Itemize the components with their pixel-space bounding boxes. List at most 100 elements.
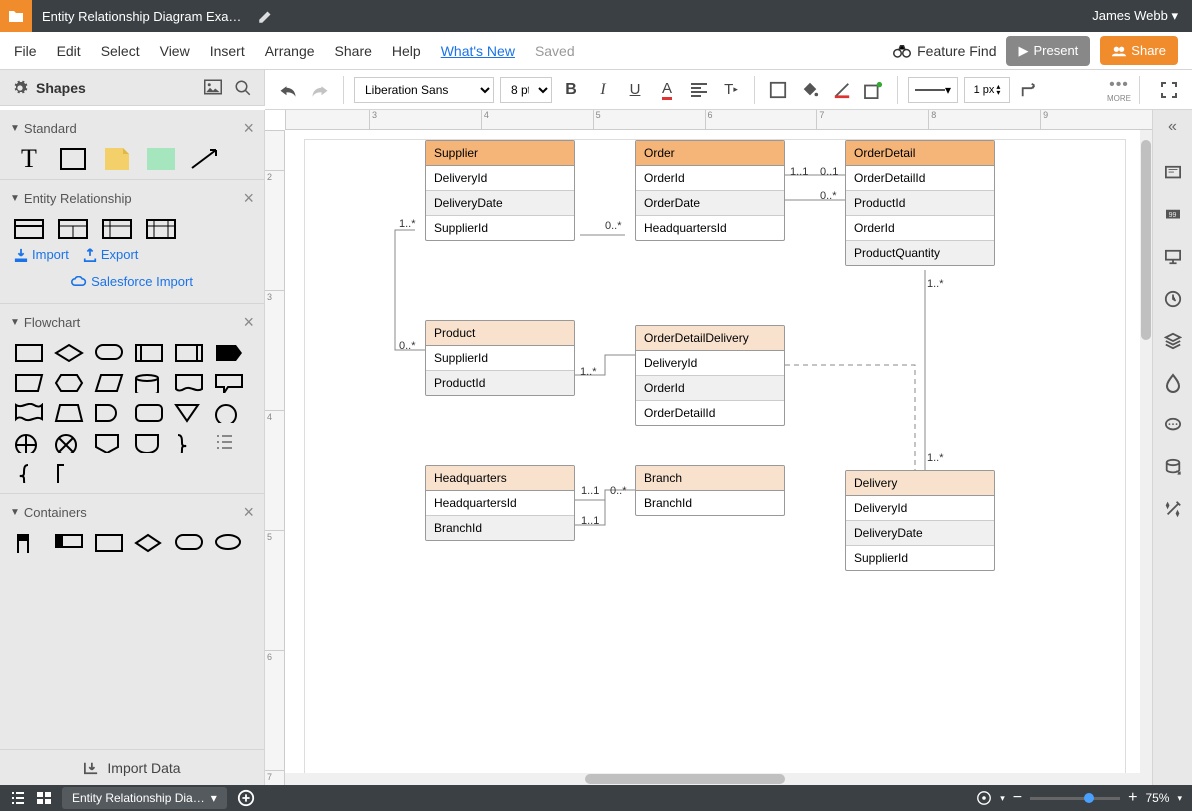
present-button[interactable]: ▶ Present bbox=[1006, 36, 1090, 66]
fc-circle[interactable] bbox=[214, 403, 244, 423]
zoom-out[interactable]: − bbox=[1013, 789, 1022, 807]
entity-delivery[interactable]: Delivery DeliveryId DeliveryDate Supplie… bbox=[845, 470, 995, 571]
font-size-select[interactable]: 8 pt bbox=[500, 77, 552, 103]
fc-brace-l[interactable] bbox=[14, 463, 44, 483]
fc-hex[interactable] bbox=[54, 373, 84, 393]
redo-button[interactable] bbox=[307, 77, 333, 103]
fc-callout[interactable] bbox=[214, 373, 244, 393]
fc-offpage[interactable] bbox=[94, 433, 124, 453]
export-link[interactable]: Export bbox=[83, 247, 139, 262]
menu-select[interactable]: Select bbox=[101, 43, 140, 59]
entity-branch[interactable]: Branch BranchId bbox=[635, 465, 785, 516]
fc-diamond[interactable] bbox=[54, 343, 84, 363]
more-button[interactable]: ••• MORE bbox=[1107, 76, 1131, 103]
entity-supplier[interactable]: Supplier DeliveryId DeliveryDate Supplie… bbox=[425, 140, 575, 241]
close-icon[interactable]: × bbox=[243, 502, 254, 523]
menu-view[interactable]: View bbox=[160, 43, 190, 59]
fc-cylinder[interactable] bbox=[134, 373, 164, 393]
image-icon[interactable] bbox=[204, 79, 222, 95]
layers-icon[interactable] bbox=[1162, 330, 1184, 352]
close-icon[interactable]: × bbox=[243, 188, 254, 209]
shape-style-button[interactable] bbox=[861, 77, 887, 103]
shape-fill-button[interactable] bbox=[765, 77, 791, 103]
fc-trap[interactable] bbox=[54, 403, 84, 423]
erd-shape-4[interactable] bbox=[146, 219, 176, 239]
fc-rect[interactable] bbox=[14, 343, 44, 363]
menu-edit[interactable]: Edit bbox=[57, 43, 81, 59]
menu-share[interactable]: Share bbox=[335, 43, 372, 59]
ct-1[interactable] bbox=[14, 533, 44, 553]
fc-terminator[interactable] bbox=[94, 343, 124, 363]
fc-predef[interactable] bbox=[134, 343, 164, 363]
menu-insert[interactable]: Insert bbox=[210, 43, 245, 59]
entity-product[interactable]: Product SupplierId ProductId bbox=[425, 320, 575, 396]
scrollbar-horizontal[interactable] bbox=[285, 773, 1152, 785]
document-title[interactable]: Entity Relationship Diagram Exa… bbox=[32, 9, 251, 24]
data-icon[interactable] bbox=[1162, 456, 1184, 478]
menu-file[interactable]: File bbox=[14, 43, 37, 59]
ct-3[interactable] bbox=[94, 533, 124, 553]
grid-icon[interactable] bbox=[36, 791, 52, 805]
target-icon[interactable] bbox=[976, 790, 992, 806]
entity-orderdetail[interactable]: OrderDetail OrderDetailId ProductId Orde… bbox=[845, 140, 995, 266]
line-color-button[interactable] bbox=[829, 77, 855, 103]
align-button[interactable] bbox=[686, 77, 712, 103]
magic-icon[interactable] bbox=[1162, 498, 1184, 520]
fc-display[interactable] bbox=[214, 343, 244, 363]
menu-help[interactable]: Help bbox=[392, 43, 421, 59]
comment-icon[interactable]: 99 bbox=[1162, 204, 1184, 226]
page[interactable]: Supplier DeliveryId DeliveryDate Supplie… bbox=[305, 140, 1125, 780]
edit-title-icon[interactable] bbox=[257, 7, 275, 25]
presentation-icon[interactable] bbox=[1162, 246, 1184, 268]
scrollbar-vertical[interactable] bbox=[1140, 130, 1152, 773]
fc-manual[interactable] bbox=[14, 373, 44, 393]
fc-or[interactable] bbox=[54, 433, 84, 453]
zoom-slider[interactable] bbox=[1030, 797, 1120, 800]
collapse-icon[interactable]: « bbox=[1168, 118, 1177, 136]
fullscreen-button[interactable] bbox=[1156, 77, 1182, 103]
text-shape[interactable]: T bbox=[14, 149, 44, 169]
add-page-icon[interactable] bbox=[237, 789, 255, 807]
gear-icon[interactable] bbox=[12, 80, 28, 96]
folder-icon[interactable] bbox=[0, 0, 32, 32]
erd-shape-3[interactable] bbox=[102, 219, 132, 239]
import-data-button[interactable]: Import Data bbox=[0, 749, 264, 785]
share-button[interactable]: Share bbox=[1100, 36, 1178, 65]
ct-4[interactable] bbox=[134, 533, 164, 553]
drop-icon[interactable] bbox=[1162, 372, 1184, 394]
fc-para[interactable] bbox=[94, 373, 124, 393]
history-icon[interactable] bbox=[1162, 288, 1184, 310]
ct-5[interactable] bbox=[174, 533, 204, 553]
underline-button[interactable]: U bbox=[622, 77, 648, 103]
rect-shape[interactable] bbox=[58, 149, 88, 169]
line-routing-button[interactable] bbox=[1016, 77, 1042, 103]
font-select[interactable]: Liberation Sans bbox=[354, 77, 494, 103]
zoom-level[interactable]: 75% bbox=[1145, 791, 1169, 805]
ct-6[interactable] bbox=[214, 533, 244, 553]
feature-find[interactable]: Feature Find bbox=[893, 43, 996, 59]
note-shape[interactable] bbox=[102, 149, 132, 169]
salesforce-import-link[interactable]: Salesforce Import bbox=[71, 274, 193, 289]
italic-button[interactable]: I bbox=[590, 77, 616, 103]
fc-brace-r[interactable] bbox=[174, 433, 204, 453]
fc-shield[interactable] bbox=[134, 433, 164, 453]
arrow-shape[interactable] bbox=[190, 149, 220, 169]
search-icon[interactable] bbox=[234, 79, 252, 97]
slide-icon[interactable] bbox=[1162, 162, 1184, 184]
import-link[interactable]: Import bbox=[14, 247, 69, 262]
fill-color-button[interactable] bbox=[797, 77, 823, 103]
ct-2[interactable] bbox=[54, 533, 84, 553]
canvas[interactable]: 3456789 234567 bbox=[265, 110, 1152, 785]
zoom-in[interactable]: + bbox=[1128, 789, 1137, 807]
erd-shape-2[interactable] bbox=[58, 219, 88, 239]
bold-button[interactable]: B bbox=[558, 77, 584, 103]
fc-round[interactable] bbox=[134, 403, 164, 423]
close-icon[interactable]: × bbox=[243, 312, 254, 333]
close-icon[interactable]: × bbox=[243, 118, 254, 139]
fc-bracket[interactable] bbox=[54, 463, 84, 483]
line-style-select[interactable]: ▾ bbox=[908, 77, 958, 103]
entity-orderdetaildelivery[interactable]: OrderDetailDelivery DeliveryId OrderId O… bbox=[635, 325, 785, 426]
entity-headquarters[interactable]: Headquarters HeadquartersId BranchId bbox=[425, 465, 575, 541]
fc-flag[interactable] bbox=[14, 403, 44, 423]
fc-list[interactable] bbox=[214, 433, 244, 453]
